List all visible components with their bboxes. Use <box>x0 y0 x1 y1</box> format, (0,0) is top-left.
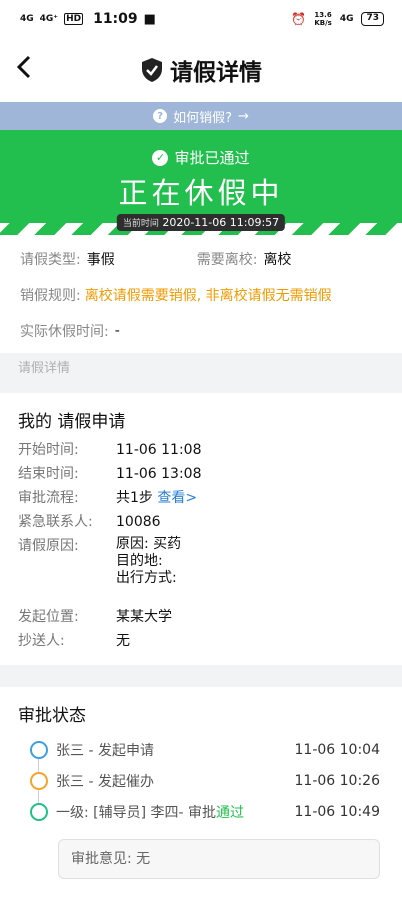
actual-time-label: 实际休假时间: <box>20 324 109 340</box>
flow-value: 共1步 <box>116 490 153 506</box>
arrow-right-icon: → <box>238 108 249 124</box>
approval-status-card: 审批状态 张三 - 发起申请 11-06 10:04 张三 - 发起催办 11-… <box>0 687 402 901</box>
contact-label: 紧急联系人: <box>18 514 93 530</box>
timeline-step: 张三 - 发起申请 11-06 10:04 <box>18 734 384 765</box>
on-leave-text: 正在休假中 <box>118 176 284 210</box>
step-time: 11-06 10:04 <box>294 741 380 758</box>
current-time-badge: 当前时间 2020-11-06 11:09:57 <box>116 214 286 231</box>
clock: 11:09 <box>93 11 138 27</box>
end-value: 11-06 13:08 <box>116 466 202 482</box>
location-link[interactable]: 某某大学 <box>116 607 172 628</box>
signal-icon-2: 4G⁺ <box>39 14 59 24</box>
step-text: 一级: [辅导员] 李四- 审批 <box>56 804 217 821</box>
step-time: 11-06 10:26 <box>294 772 380 789</box>
approved-status: ✓ 审批已通过 <box>0 147 402 168</box>
leave-type-value: 事假 <box>86 252 115 268</box>
step-circle-icon <box>30 740 48 759</box>
section-label: 请假详情 <box>0 353 402 385</box>
contact-value: 10086 <box>116 514 161 530</box>
network-icon: 4G <box>339 14 354 24</box>
video-icon: ■ <box>143 11 156 27</box>
step-time: 11-06 10:49 <box>294 803 380 820</box>
step-circle-icon <box>30 771 48 790</box>
start-value: 11-06 11:08 <box>116 442 202 458</box>
timeline-step: 一级: [辅导员] 李四- 审批通过 11-06 10:49 <box>18 796 384 827</box>
battery-icon: 73 <box>361 12 384 26</box>
step-status: 通过 <box>216 804 245 821</box>
timeline-step: 张三 - 发起催办 11-06 10:26 <box>18 765 384 796</box>
reason-line: 原因: 买药 <box>116 536 182 552</box>
actual-time-value: - <box>114 323 120 339</box>
nav-bar: 请假详情 <box>0 38 402 102</box>
status-banner: ✓ 审批已通过 正在休假中 当前时间 2020-11-06 11:09:57 <box>0 130 402 235</box>
cc-label: 抄送人: <box>18 633 65 649</box>
location-label: 发起位置: <box>18 609 79 625</box>
cc-value: 无 <box>116 633 130 649</box>
leave-type-label: 请假类型: <box>20 252 81 268</box>
view-flow-link[interactable]: 查看> <box>157 490 197 506</box>
status-bar: 4G 4G⁺ HD 11:09 ■ ⏰ 13.6 KB/s 4G 73 <box>0 0 402 38</box>
step-circle-icon <box>30 802 48 821</box>
signal-icon: 4G <box>20 14 34 24</box>
alarm-icon: ⏰ <box>291 12 307 26</box>
start-label: 开始时间: <box>18 442 79 458</box>
step-text: 张三 - 发起催办 <box>56 773 154 790</box>
application-title: 我的 请假申请 <box>18 412 126 432</box>
step-text: 张三 - 发起申请 <box>56 742 154 759</box>
shield-check-icon <box>142 58 162 82</box>
hd-icon: HD <box>64 13 84 25</box>
page-title: 请假详情 <box>140 53 262 87</box>
approval-opinion: 审批意见: 无 <box>58 839 380 879</box>
how-to-text: 如何销假? <box>173 110 232 126</box>
approval-timeline: 张三 - 发起申请 11-06 10:04 张三 - 发起催办 11-06 10… <box>18 734 384 827</box>
page-title-text: 请假详情 <box>170 60 262 86</box>
approval-title: 审批状态 <box>18 706 86 726</box>
chevron-left-icon <box>16 55 31 79</box>
question-icon: ? <box>153 109 168 123</box>
leave-application-card: 我的 请假申请 开始时间: 11-06 11:08 结束时间: 11-06 13:0… <box>0 393 402 665</box>
leave-school-label: 需要离校: <box>196 252 258 268</box>
how-to-cancel-leave-link[interactable]: ? 如何销假? → <box>0 102 402 130</box>
net-speed: 13.6 KB/s <box>314 11 332 27</box>
travel-mode-line: 出行方式: <box>116 570 177 586</box>
flow-label: 审批流程: <box>18 490 79 506</box>
end-label: 结束时间: <box>18 466 79 482</box>
leave-school-value: 离校 <box>263 252 292 268</box>
check-circle-icon: ✓ <box>152 149 169 166</box>
cancel-rule-value: 离校请假需要销假, 非离校请假无需销假 <box>84 288 332 304</box>
cancel-rule-label: 销假规则: <box>20 288 81 304</box>
back-button[interactable] <box>14 52 44 88</box>
leave-summary: 请假类型: 事假 需要离校: 离校 销假规则: 离校请假需要销假, 非离校请假无… <box>0 235 402 353</box>
reason-label: 请假原因: <box>18 538 79 554</box>
destination-line: 目的地: <box>116 553 163 569</box>
